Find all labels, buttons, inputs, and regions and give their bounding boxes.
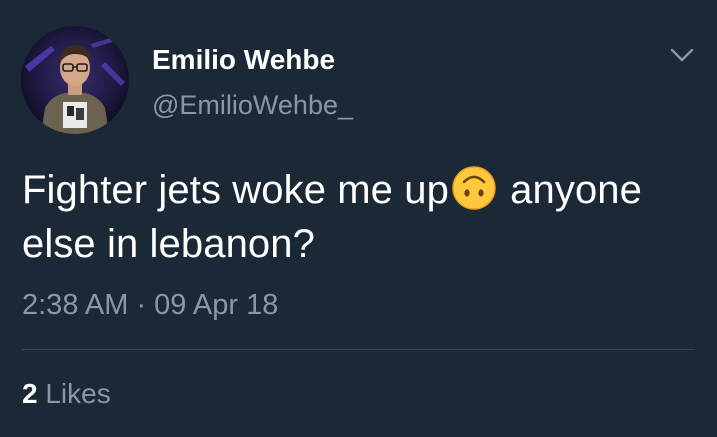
tweet-text-line-2: else in lebanon? (22, 222, 315, 266)
avatar-image (21, 26, 129, 134)
tweet-text-part: Fighter jets woke me up (22, 168, 449, 212)
display-name[interactable]: Emilio Wehbe (152, 44, 335, 76)
tweet-text-line-1: Fighter jets woke me up anyone (22, 163, 712, 217)
likes-count: 2 (22, 378, 38, 409)
tweet-text-part: anyone (510, 168, 642, 212)
tweet-text: Fighter jets woke me up anyone else in l… (22, 163, 712, 271)
tweet-card: Emilio Wehbe @EmilioWehbe_ Fighter jets … (0, 0, 717, 437)
divider (22, 349, 695, 350)
likes-label: Likes (45, 378, 111, 409)
likes-stat[interactable]: 2 Likes (22, 378, 111, 410)
upside-down-face-emoji-icon (451, 165, 497, 211)
avatar[interactable] (21, 26, 129, 134)
tweet-timestamp[interactable]: 2:38 AM · 09 Apr 18 (22, 288, 278, 322)
chevron-down-icon[interactable] (666, 42, 698, 68)
user-handle[interactable]: @EmilioWehbe_ (152, 89, 353, 121)
